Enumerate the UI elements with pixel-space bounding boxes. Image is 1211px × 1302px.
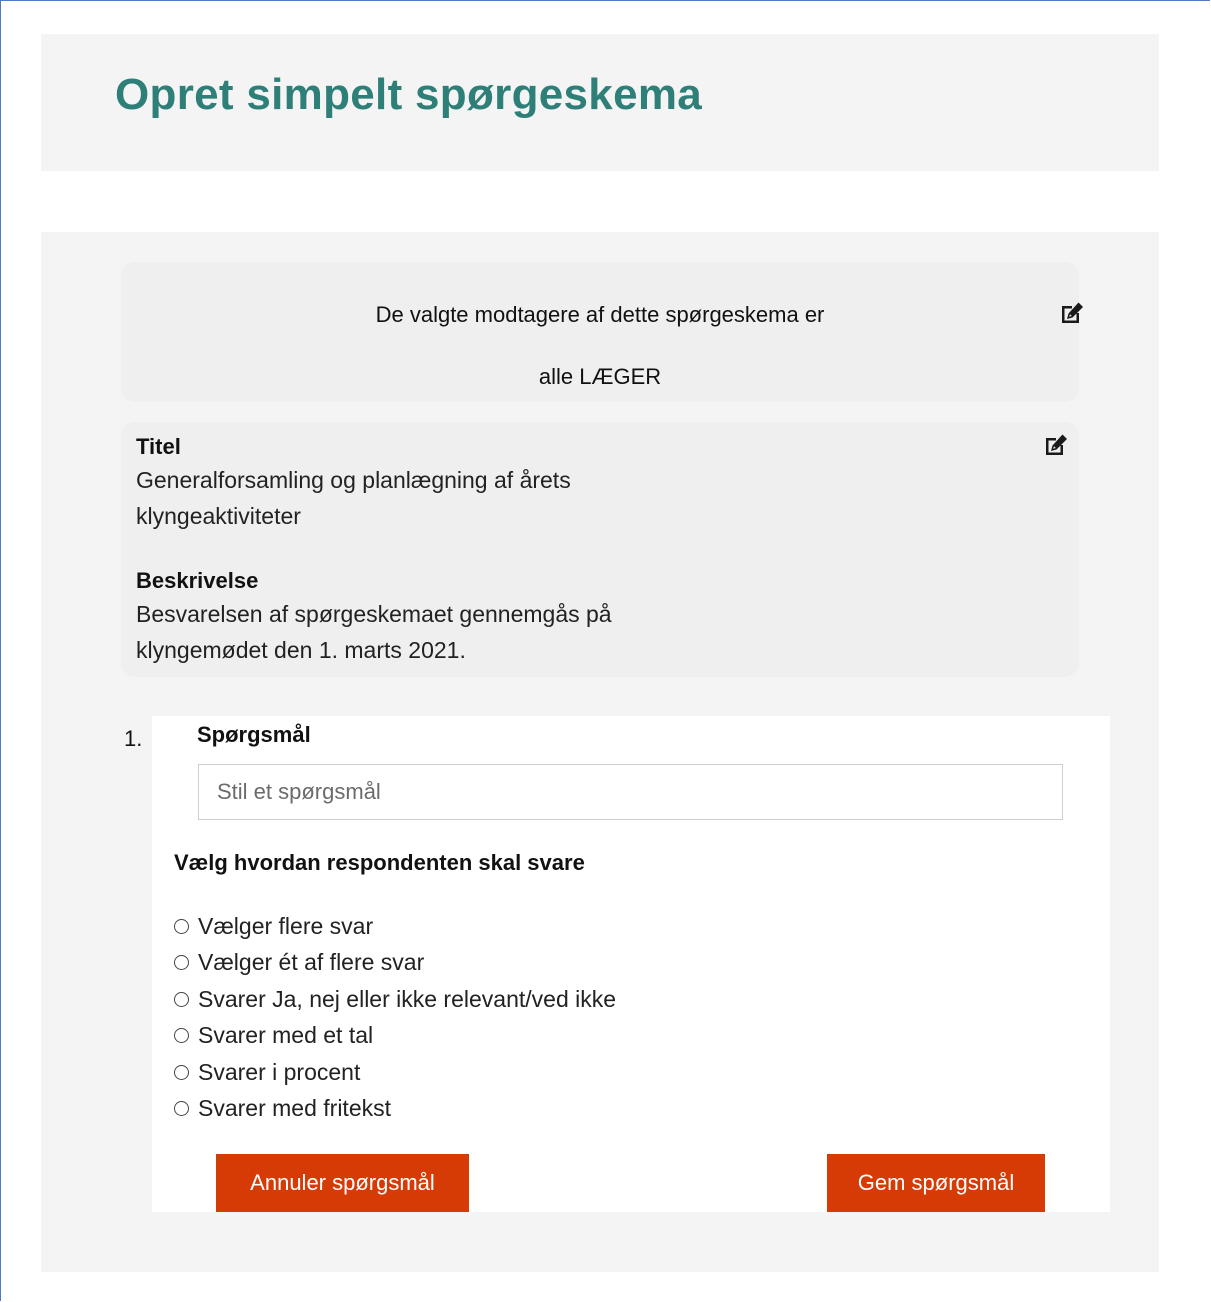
answer-type-heading: Vælg hvordan respondenten skal svare bbox=[174, 850, 585, 875]
recipients-box: De valgte modtagere af dette spørgeskema… bbox=[121, 262, 1083, 402]
option-label: Vælger flere svar bbox=[198, 912, 374, 939]
cancel-question-button[interactable]: Annuler spørgsmål bbox=[216, 1154, 469, 1212]
radio-button[interactable] bbox=[174, 1101, 189, 1117]
edit-icon bbox=[1062, 302, 1083, 323]
survey-info-box: Titel Generalforsamling og planlægning a… bbox=[121, 422, 1079, 677]
answer-type-option[interactable]: Svarer med et tal bbox=[174, 1018, 616, 1055]
edit-icon bbox=[1046, 434, 1067, 455]
recipients-value: alle LÆGER bbox=[538, 364, 662, 389]
description-label: Beskrivelse bbox=[136, 568, 259, 593]
answer-type-option[interactable]: Svarer Ja, nej eller ikke relevant/ved i… bbox=[174, 981, 616, 1018]
recipients-intro: De valgte modtagere af dette spørgeskema… bbox=[375, 302, 825, 327]
question-label: Spørgsmål bbox=[197, 722, 311, 747]
edit-info-icon[interactable] bbox=[1043, 433, 1069, 457]
answer-type-option[interactable]: Svarer i procent bbox=[174, 1054, 616, 1091]
radio-button[interactable] bbox=[174, 991, 189, 1007]
answer-type-option[interactable]: Svarer med fritekst bbox=[174, 1091, 616, 1128]
option-label: Svarer i procent bbox=[198, 1058, 361, 1085]
edit-recipients-icon[interactable] bbox=[1059, 301, 1085, 325]
save-question-button[interactable]: Gem spørgsmål bbox=[827, 1154, 1045, 1212]
question-number: 1. bbox=[124, 726, 143, 751]
answer-type-options: Vælger flere svar Vælger ét af flere sva… bbox=[174, 908, 616, 1127]
question-card: Spørgsmål Vælg hvordan respondenten skal… bbox=[152, 716, 1110, 1212]
radio-button[interactable] bbox=[174, 918, 189, 934]
answer-type-option[interactable]: Vælger ét af flere svar bbox=[174, 945, 616, 982]
radio-button[interactable] bbox=[174, 955, 189, 971]
title-label: Titel bbox=[136, 434, 181, 459]
page-title: Opret simpelt spørgeskema bbox=[115, 70, 703, 119]
option-label: Svarer med et tal bbox=[198, 1022, 374, 1049]
option-label: Svarer Ja, nej eller ikke relevant/ved i… bbox=[198, 985, 617, 1012]
main-panel: De valgte modtagere af dette spørgeskema… bbox=[41, 232, 1159, 1272]
header-panel: Opret simpelt spørgeskema bbox=[41, 34, 1159, 171]
question-input[interactable] bbox=[198, 764, 1063, 820]
title-value: Generalforsamling og planlægning af året… bbox=[136, 467, 571, 529]
answer-type-option[interactable]: Vælger flere svar bbox=[174, 908, 616, 945]
option-label: Svarer med fritekst bbox=[198, 1095, 391, 1122]
description-value: Besvarelsen af spørgeskemaet gennemgås p… bbox=[136, 601, 612, 663]
radio-button[interactable] bbox=[174, 1028, 189, 1044]
radio-button[interactable] bbox=[174, 1064, 189, 1080]
option-label: Vælger ét af flere svar bbox=[198, 949, 425, 976]
